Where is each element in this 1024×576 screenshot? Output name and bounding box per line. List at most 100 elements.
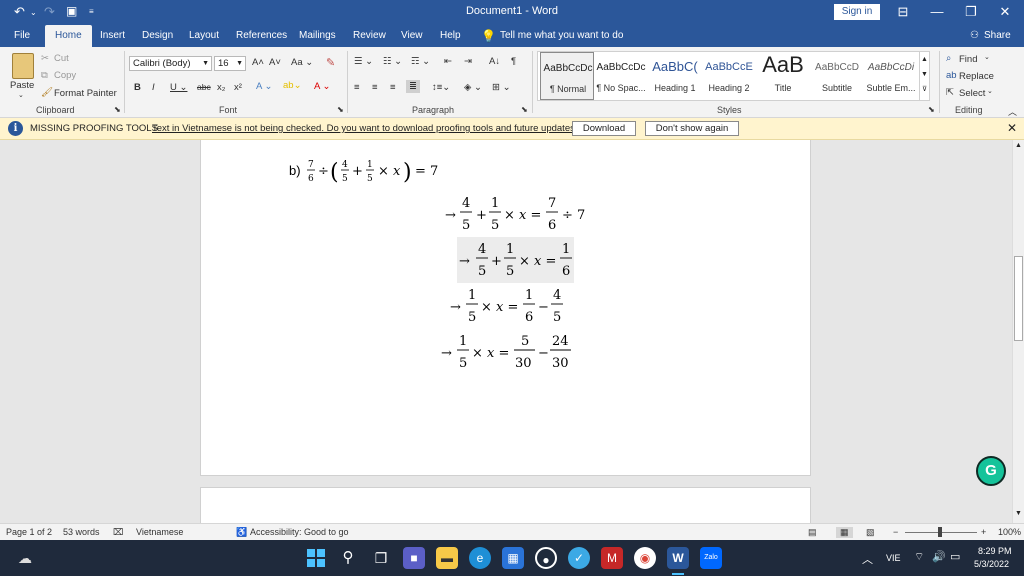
dont-show-again-button[interactable]: Don't show again [645,121,739,136]
show-hidden-icons-icon[interactable]: ︿ [862,551,873,567]
font-size-field[interactable]: 16 ▼ [214,56,246,71]
style-normal[interactable]: AaBbCcDc ¶ Normal [540,52,594,100]
superscript-icon[interactable]: x² [234,82,242,93]
clipboard-launcher-icon[interactable]: ⬊ [114,105,121,114]
increase-indent-icon[interactable]: ⇥ [464,56,472,67]
grow-font-icon[interactable]: A˄ [252,57,264,68]
document-page[interactable]: b) 7 6 ÷ ( 4 5 + 1 5 × x) = 7 → 4 5 + 1… [200,140,811,476]
vertical-scrollbar[interactable]: ▲ ▼ [1012,140,1024,523]
find-button[interactable]: Find [959,54,977,65]
search-icon[interactable]: ⚲ [337,547,359,569]
restore-icon[interactable]: ❐ [956,2,986,22]
strikethrough-icon[interactable]: abc [197,82,211,92]
line-spacing-icon[interactable]: ↕≡⌄ [432,82,450,93]
widgets-icon[interactable]: ☁ [14,547,36,569]
clock-time[interactable]: 8:29 PM [978,546,1012,556]
chat-icon[interactable]: ■ [403,547,425,569]
message-text-link[interactable]: Text in Vietnamese is not being checked.… [152,123,580,134]
clear-formatting-icon[interactable]: ✎ [326,56,335,69]
tab-layout[interactable]: Layout [189,25,219,47]
tab-home[interactable]: Home [45,25,92,47]
store-icon[interactable]: ▦ [502,547,524,569]
format-painter-button[interactable]: Format Painter [54,88,117,99]
style-title[interactable]: AaB Title [756,52,810,100]
style-subtle-emphasis[interactable]: AaBbCcDi Subtle Em... [864,52,918,100]
shrink-font-icon[interactable]: A˅ [269,57,281,68]
zoom-in-icon[interactable]: + [981,527,986,537]
align-center-icon[interactable]: ≡ [372,82,378,93]
edge-icon[interactable]: e [469,547,491,569]
underline-icon[interactable]: U ⌄ [170,82,187,93]
share-button[interactable]: Share [984,25,1011,47]
highlight-icon[interactable]: ab⌄ [283,80,302,91]
close-icon[interactable]: ✕ [1007,121,1017,135]
language-indicator[interactable]: Vietnamese [136,527,183,537]
multilevel-list-icon[interactable]: ☶ ⌄ [411,56,430,67]
tab-design[interactable]: Design [142,25,173,47]
sort-icon[interactable]: A↓ [489,56,500,67]
decrease-indent-icon[interactable]: ⇤ [444,56,452,67]
text-effects-icon[interactable]: A ⌄ [256,81,272,92]
sign-in-button[interactable]: Sign in [834,4,880,20]
tab-review[interactable]: Review [353,25,386,47]
collapse-ribbon-icon[interactable]: ︿ [1008,105,1017,118]
volume-icon[interactable]: 🔊 [932,550,946,563]
tab-help[interactable]: Help [440,25,461,47]
print-layout-icon[interactable]: ▦ [836,527,853,538]
font-color-icon[interactable]: A ⌄ [314,81,330,92]
numbering-icon[interactable]: ☷ ⌄ [383,56,402,67]
bold-icon[interactable]: B [134,82,141,93]
bullets-icon[interactable]: ☰ ⌄ [354,56,373,67]
web-layout-icon[interactable]: ▧ [866,527,875,538]
tell-me-search[interactable]: Tell me what you want to do [500,25,623,47]
font-name-field[interactable]: Calibri (Body) ▼ [129,56,212,71]
chevron-down-icon[interactable]: ⌄ [984,53,990,61]
shading-icon[interactable]: ◈ ⌄ [464,82,482,93]
grammarly-icon[interactable]: G [976,456,1006,486]
wifi-icon[interactable]: ⌔ [914,550,924,564]
show-formatting-icon[interactable]: ¶ [511,56,516,67]
style-heading-1[interactable]: AaBbC( Heading 1 [648,52,702,100]
document-page-2[interactable] [200,487,811,523]
font-launcher-icon[interactable]: ⬊ [337,105,344,114]
file-explorer-icon[interactable]: ▬ [436,547,458,569]
chrome-icon[interactable]: ◉ [634,547,656,569]
word-icon[interactable]: W [667,547,689,569]
scroll-thumb[interactable] [1014,256,1023,341]
github-icon[interactable]: ● [535,547,557,569]
accessibility-status[interactable]: Accessibility: Good to go [250,527,349,537]
tab-mailings[interactable]: Mailings [299,25,336,47]
style-heading-2[interactable]: AaBbCcE Heading 2 [702,52,756,100]
paragraph-launcher-icon[interactable]: ⬊ [521,105,528,114]
align-left-icon[interactable]: ≡ [354,82,360,93]
clock-date[interactable]: 5/3/2022 [974,559,1009,569]
tab-view[interactable]: View [401,25,423,47]
input-language[interactable]: VIE [886,553,901,563]
tab-references[interactable]: References [236,25,287,47]
download-button[interactable]: Download [572,121,636,136]
zoom-out-icon[interactable]: − [893,527,898,537]
zoom-slider-thumb[interactable] [938,527,942,537]
start-icon[interactable] [305,547,327,569]
read-mode-icon[interactable]: ▤ [808,527,817,538]
styles-scroll[interactable]: ▲ ▼ ⊽ [919,52,929,100]
word-count[interactable]: 53 words [63,527,100,537]
borders-icon[interactable]: ⊞ ⌄ [492,82,511,93]
subscript-icon[interactable]: x₂ [217,82,225,93]
styles-launcher-icon[interactable]: ⬊ [928,105,935,114]
style-no-spacing[interactable]: AaBbCcDc ¶ No Spac... [594,52,648,100]
close-icon[interactable]: ✕ [990,2,1020,22]
zoom-level[interactable]: 100% [998,527,1021,537]
select-button[interactable]: Select [959,88,985,99]
cut-button[interactable]: Cut [54,53,69,64]
change-case-icon[interactable]: Aa ⌄ [291,57,313,68]
italic-icon[interactable]: I [152,82,155,93]
paste-button[interactable]: Paste [10,80,34,91]
app-icon[interactable]: ✓ [568,547,590,569]
proofing-icon[interactable]: ⌧ [113,527,123,538]
justify-icon[interactable]: ≣ [406,80,420,93]
paste-icon[interactable] [12,53,34,79]
replace-button[interactable]: Replace [959,71,994,82]
share-icon[interactable]: ⚇ [970,25,979,47]
scroll-down-icon[interactable]: ▼ [1014,510,1023,520]
